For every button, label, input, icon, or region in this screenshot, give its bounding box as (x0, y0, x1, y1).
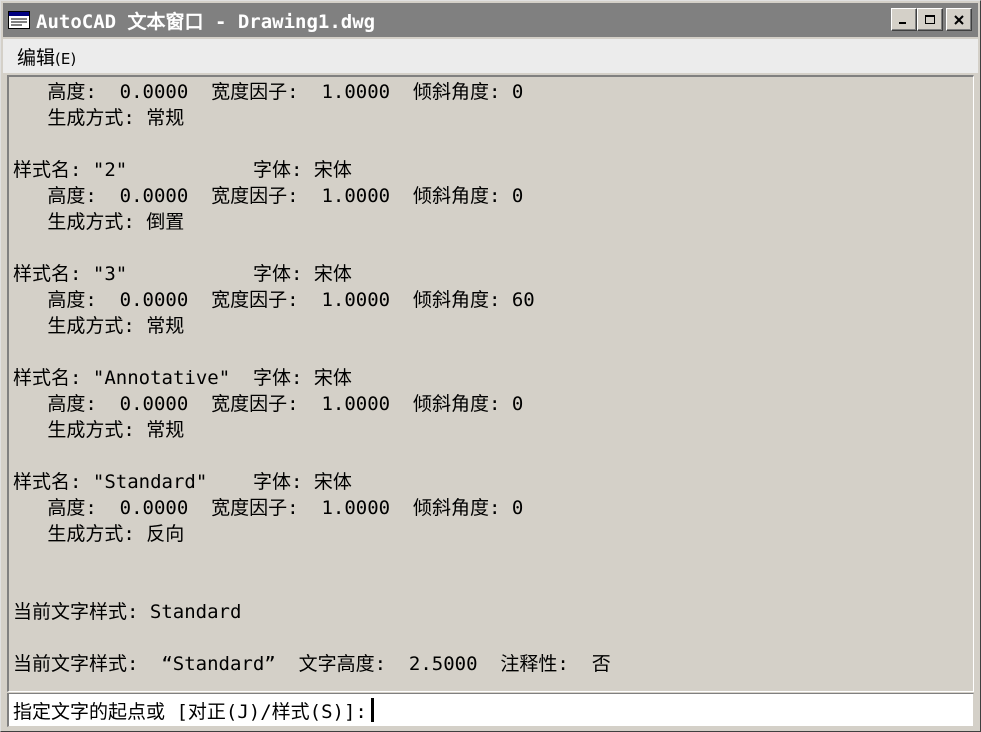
history-line: 生成方式: 常规 (13, 315, 185, 337)
window-controls (891, 8, 972, 31)
text-caret (370, 698, 374, 722)
menu-edit-label: 编辑 (17, 46, 56, 69)
history-line: 高度: 0.0000 宽度因子: 1.0000 倾斜角度: 0 (13, 497, 524, 519)
minimize-icon (899, 21, 906, 24)
menu-edit-accelerator: (E) (55, 49, 77, 68)
history-line: 样式名: "2" 字体: 宋体 (13, 159, 352, 181)
maximize-icon (925, 14, 935, 24)
autocad-text-window: AutoCAD 文本窗口 - Drawing1.dwg 编辑(E) 高度: 0.… (0, 0, 981, 732)
history-line: 高度: 0.0000 宽度因子: 1.0000 倾斜角度: 60 (13, 289, 535, 311)
maximize-button[interactable] (917, 8, 943, 31)
history-line: 样式名: "Standard" 字体: 宋体 (13, 471, 352, 493)
history-line: 高度: 0.0000 宽度因子: 1.0000 倾斜角度: 0 (13, 393, 524, 415)
close-icon (954, 14, 964, 25)
minimize-button[interactable] (891, 8, 917, 31)
menu-bar: 编辑(E) (3, 39, 978, 73)
close-button[interactable] (946, 8, 972, 31)
command-history[interactable]: 高度: 0.0000 宽度因子: 1.0000 倾斜角度: 0 生成方式: 常规… (7, 75, 974, 692)
history-line: 生成方式: 反向 (13, 523, 185, 545)
title-bar[interactable]: AutoCAD 文本窗口 - Drawing1.dwg (3, 3, 978, 37)
history-line: 样式名: "3" 字体: 宋体 (13, 263, 352, 285)
history-line: 高度: 0.0000 宽度因子: 1.0000 倾斜角度: 0 (13, 81, 524, 103)
history-line: 生成方式: 常规 (13, 107, 185, 129)
history-line: 样式名: "Annotative" 字体: 宋体 (13, 367, 352, 389)
history-line: 生成方式: 倒置 (13, 211, 185, 233)
history-line: 生成方式: 常规 (13, 419, 185, 441)
history-line: 当前文字样式: “Standard” 文字高度: 2.5000 注释性: 否 (13, 653, 611, 675)
autocad-text-window-icon (8, 11, 30, 29)
history-line: 当前文字样式: Standard (13, 601, 242, 623)
history-line: 高度: 0.0000 宽度因子: 1.0000 倾斜角度: 0 (13, 185, 524, 207)
menu-edit[interactable]: 编辑(E) (3, 43, 76, 70)
command-input[interactable]: 指定文字的起点或 [对正(J)/样式(S)]: (7, 693, 974, 727)
command-prompt: 指定文字的起点或 [对正(J)/样式(S)]: (13, 700, 367, 723)
window-title: AutoCAD 文本窗口 - Drawing1.dwg (36, 10, 376, 33)
